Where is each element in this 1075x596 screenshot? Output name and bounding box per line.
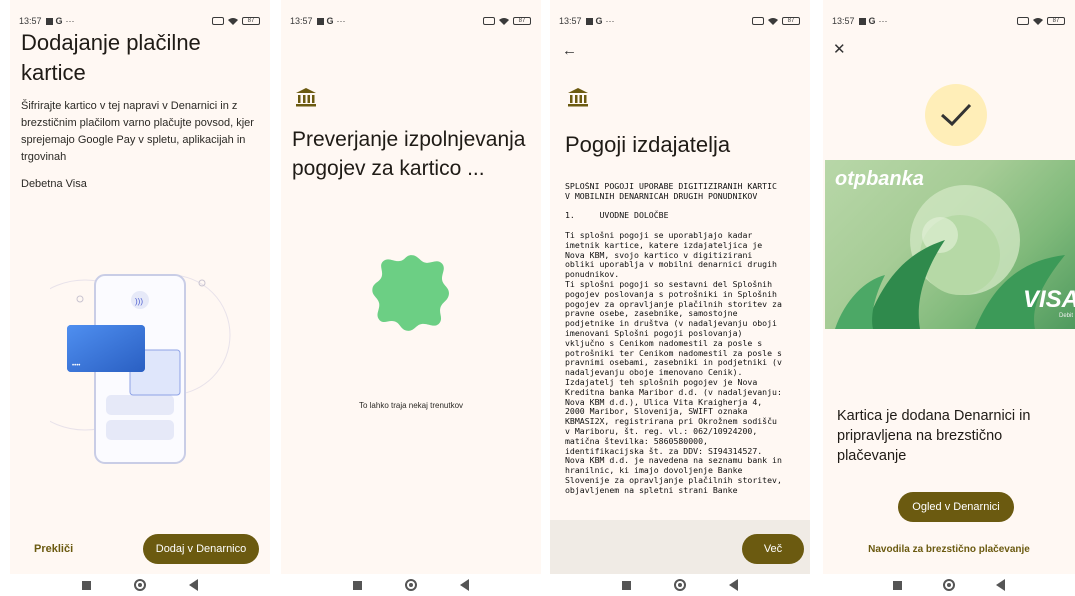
screen-add-card: 13:57 G ··· 87 Dodajanje plačilne kartice… [10, 0, 270, 596]
view-in-wallet-button[interactable]: Ogled v Denarnici [898, 492, 1014, 522]
google-icon: G [55, 16, 63, 26]
status-dots: ··· [605, 16, 615, 26]
status-bar: 13:57 G ··· 87 [832, 14, 1065, 28]
status-bar: 13:57 G ··· 87 [290, 14, 531, 28]
loading-indicator-icon [372, 255, 449, 331]
wifi-icon [499, 18, 509, 25]
home-icon[interactable] [673, 579, 686, 591]
status-bar: 13:57 G ··· 87 [559, 14, 800, 28]
back-icon[interactable] [729, 579, 739, 591]
screen-card-added: 13:57 G ··· 87 ✕ otpbanka VISA Debit Kart… [823, 0, 1075, 596]
screen-checking: 13:57 G ··· 87 Preverjanje izpolnjevanja … [281, 0, 541, 596]
bank-icon [568, 88, 588, 107]
system-nav-bar [281, 574, 541, 596]
notification-icon [45, 17, 53, 25]
card-type-label: Debetna Visa [21, 178, 87, 190]
home-icon[interactable] [133, 579, 146, 591]
notification-icon [585, 17, 593, 25]
notification-icon [858, 17, 866, 25]
page-description: Šifrirajte kartico v tej napravi v Denar… [21, 100, 254, 163]
nfc-icon [212, 17, 224, 25]
back-icon[interactable] [995, 579, 1005, 591]
battery-icon: 87 [1047, 17, 1065, 25]
system-nav-bar [10, 574, 270, 596]
system-nav-bar [823, 574, 1075, 596]
wifi-icon [768, 18, 778, 25]
card-sub-label: Debit [1058, 313, 1073, 319]
more-button[interactable]: Več [742, 534, 804, 564]
success-message: Kartica je dodana Denarnici in pripravlj… [837, 408, 1031, 464]
back-icon[interactable] [460, 579, 470, 591]
cancel-button[interactable]: Prekliči [34, 543, 73, 555]
wifi-icon [1033, 18, 1043, 25]
phone-card-illustration-icon: ))) •••• [50, 274, 231, 464]
system-nav-bar [550, 574, 810, 596]
home-icon[interactable] [942, 579, 955, 591]
nfc-icon [483, 17, 495, 25]
status-time: 13:57 [290, 16, 313, 26]
screen-issuer-terms: 13:57 G ··· 87 ← Pogoji izdajatelja SPLOŠ… [550, 0, 810, 596]
battery-icon: 87 [513, 17, 531, 25]
status-time: 13:57 [19, 16, 42, 26]
battery-icon: 87 [782, 17, 800, 25]
card-brand-logo: otpbanka [835, 168, 924, 190]
status-dots: ··· [65, 16, 75, 26]
google-icon: G [595, 16, 603, 26]
recents-icon[interactable] [893, 580, 903, 590]
wait-message: To lahko traja nekaj trenutkov [358, 401, 464, 410]
google-icon: G [868, 16, 876, 26]
terms-footer: Več [550, 520, 810, 576]
wifi-icon [228, 18, 238, 25]
home-icon[interactable] [404, 579, 417, 591]
status-dots: ··· [336, 16, 346, 26]
success-badge [925, 84, 987, 146]
recents-icon[interactable] [81, 580, 91, 590]
back-arrow-icon[interactable]: ← [562, 42, 577, 59]
status-time: 13:57 [832, 16, 855, 26]
card-image: otpbanka VISA Debit [825, 160, 1075, 329]
status-time: 13:57 [559, 16, 582, 26]
card-network-logo: VISA [1022, 286, 1075, 313]
status-dots: ··· [878, 16, 888, 26]
close-icon[interactable]: ✕ [833, 40, 846, 58]
svg-text:••••: •••• [72, 363, 80, 369]
bank-icon [296, 88, 316, 107]
page-title: Pogoji izdajatelja [565, 132, 731, 157]
page-title: Dodajanje plačilne kartice [21, 30, 201, 85]
recents-icon[interactable] [621, 580, 631, 590]
contactless-guide-link[interactable]: Navodila za brezstično plačevanje [823, 544, 1075, 555]
page-title: Preverjanje izpolnjevanja pogojev za kar… [292, 128, 526, 180]
back-icon[interactable] [189, 579, 199, 591]
svg-text:))): ))) [135, 297, 143, 306]
notification-icon [316, 17, 324, 25]
battery-icon: 87 [242, 17, 260, 25]
terms-text[interactable]: SPLOŠNI POGOJI UPORABE DIGITIZIRANIH KAR… [565, 182, 805, 520]
status-bar: 13:57 G ··· 87 [19, 14, 260, 28]
check-icon [940, 103, 972, 127]
nfc-icon [1017, 17, 1029, 25]
add-to-wallet-button[interactable]: Dodaj v Denarnico [143, 534, 259, 564]
nfc-icon [752, 17, 764, 25]
recents-icon[interactable] [352, 580, 362, 590]
google-icon: G [326, 16, 334, 26]
